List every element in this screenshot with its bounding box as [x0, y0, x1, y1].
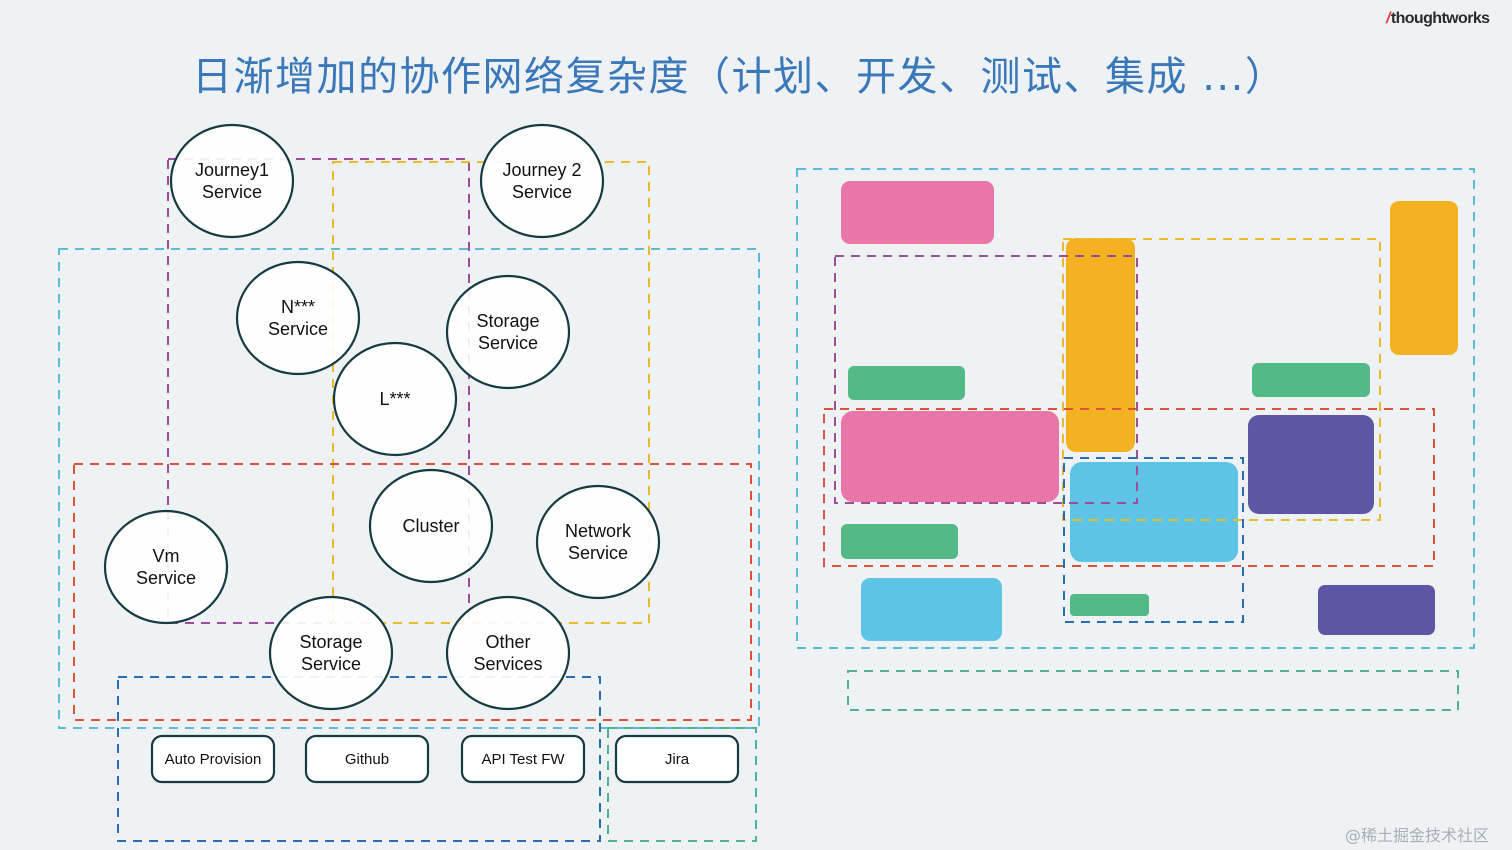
- service-circle: [169, 123, 295, 239]
- service-label: Services: [473, 654, 542, 674]
- block-green-bottom-left: [841, 524, 958, 559]
- block-skyblue-large: [1070, 462, 1238, 562]
- service-circle: [235, 260, 361, 376]
- block-green-right: [1252, 363, 1370, 397]
- watermark: @稀土掘金技术社区: [1345, 826, 1490, 845]
- service-node-storage-bottom: StorageService: [268, 595, 394, 711]
- tool-label: Github: [345, 751, 389, 768]
- service-label: Other: [485, 632, 530, 652]
- service-label: Storage: [476, 311, 539, 331]
- service-node-other: OtherServices: [445, 595, 571, 711]
- service-label: Service: [202, 182, 262, 202]
- block-pink-large: [841, 411, 1059, 502]
- service-label: Service: [301, 654, 361, 674]
- service-circle: [445, 274, 571, 390]
- block-skyblue-bottom: [861, 578, 1002, 641]
- service-node-network: NetworkService: [535, 484, 661, 600]
- service-label: Service: [136, 568, 196, 588]
- service-node-storage-top: StorageService: [445, 274, 571, 390]
- block-yellow-tall-right: [1390, 201, 1458, 355]
- service-label: Service: [478, 333, 538, 353]
- block-yellow-tall-center: [1066, 238, 1135, 452]
- service-label: Service: [568, 543, 628, 563]
- service-node-journey2: Journey 2Service: [479, 123, 605, 239]
- service-label: Journey 2: [502, 160, 581, 180]
- service-circle: [479, 123, 605, 239]
- tool-label: Jira: [665, 751, 690, 768]
- service-label: Vm: [153, 546, 180, 566]
- service-node-vm: VmService: [103, 509, 229, 625]
- block-green-left: [848, 366, 965, 400]
- service-label: Service: [268, 319, 328, 339]
- tool-label: API Test FW: [481, 751, 565, 768]
- block-purple-large: [1248, 415, 1374, 514]
- service-label: Journey1: [195, 160, 269, 180]
- tool-box-api-test-fw: API Test FW: [460, 734, 586, 784]
- right-group-boundary-green: [847, 670, 1459, 711]
- service-node-journey1: Journey1Service: [169, 123, 295, 239]
- service-node-n-service: N***Service: [235, 260, 361, 376]
- collaboration-diagram: Journey1ServiceJourney 2ServiceN***Servi…: [58, 123, 1475, 842]
- tool-box-github: Github: [304, 734, 430, 784]
- service-circle: [535, 484, 661, 600]
- service-label: Storage: [299, 632, 362, 652]
- service-circle: [103, 509, 229, 625]
- service-label: Cluster: [402, 516, 459, 536]
- tool-label: Auto Provision: [165, 751, 262, 768]
- block-pink-top: [841, 181, 994, 244]
- service-label: Service: [512, 182, 572, 202]
- service-circle: [445, 595, 571, 711]
- tool-box-jira: Jira: [614, 734, 740, 784]
- service-node-cluster: Cluster: [368, 468, 494, 584]
- service-node-l-service: L***: [332, 341, 458, 457]
- service-circle: [268, 595, 394, 711]
- service-label: Network: [565, 521, 632, 541]
- block-green-small: [1070, 594, 1149, 616]
- block-purple-bottom: [1318, 585, 1435, 635]
- service-label: N***: [281, 297, 315, 317]
- service-label: L***: [379, 389, 410, 409]
- tool-box-auto-provision: Auto Provision: [150, 734, 276, 784]
